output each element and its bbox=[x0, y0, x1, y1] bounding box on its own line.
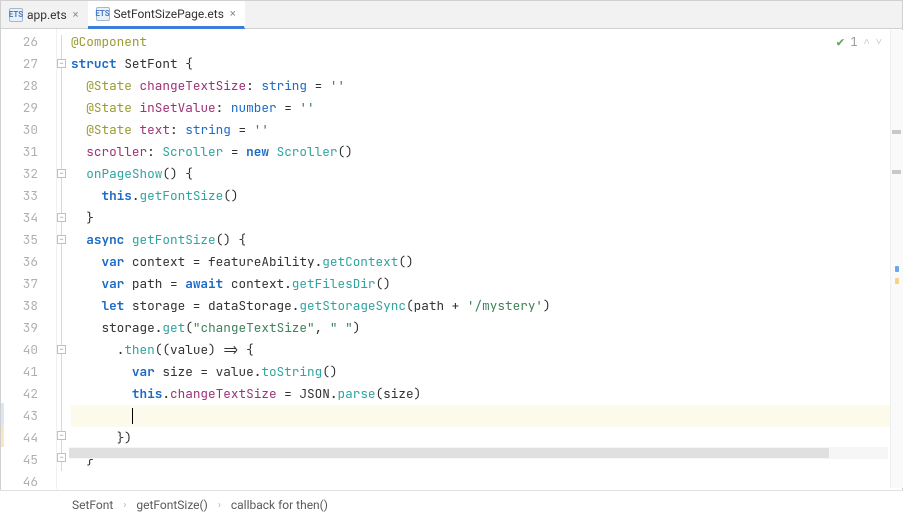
line-number: 26 bbox=[1, 31, 56, 53]
code-line: scroller: Scroller = new Scroller() bbox=[71, 141, 902, 163]
code-line: storage.get("changeTextSize", " ") bbox=[71, 317, 902, 339]
line-number: 39 bbox=[1, 317, 56, 339]
scrollbar-thumb[interactable] bbox=[69, 448, 829, 458]
code-line: }) bbox=[71, 427, 902, 449]
chevron-right-icon: › bbox=[218, 500, 221, 511]
breadcrumb-item[interactable]: SetFont bbox=[72, 498, 113, 512]
line-number: 32 bbox=[1, 163, 56, 185]
caret bbox=[132, 408, 133, 424]
tab-label: SetFontSizePage.ets bbox=[114, 7, 224, 21]
code-line: let storage = dataStorage.getStorageSync… bbox=[71, 295, 902, 317]
scroll-marker bbox=[892, 130, 901, 134]
code-line: this.getFontSize() bbox=[71, 185, 902, 207]
code-line: var context = featureAbility.getContext(… bbox=[71, 251, 902, 273]
scroll-marker bbox=[895, 266, 899, 272]
line-number: 45 bbox=[1, 449, 56, 471]
line-number: 40 bbox=[1, 339, 56, 361]
line-number: 36 bbox=[1, 251, 56, 273]
line-number: 27 bbox=[1, 53, 56, 75]
line-number: 33 bbox=[1, 185, 56, 207]
line-number: 44 bbox=[1, 427, 56, 449]
code-line: var path = await context.getFilesDir() bbox=[71, 273, 902, 295]
line-number: 30 bbox=[1, 119, 56, 141]
code-line: @State text: string = '' bbox=[71, 119, 902, 141]
code-line: .then((value) => { bbox=[71, 339, 902, 361]
line-number: 38 bbox=[1, 295, 56, 317]
chevron-up-icon[interactable]: ˄ bbox=[864, 35, 870, 49]
scroll-marker bbox=[892, 170, 901, 174]
inspection-widget[interactable]: ✔ 1 ˄ ˅ bbox=[837, 33, 882, 50]
code-line: @Component bbox=[71, 31, 902, 53]
gutter: 26 27 28 29 30 31 32 33 34 35 36 37 38 3… bbox=[1, 29, 57, 489]
line-number: 42 bbox=[1, 383, 56, 405]
code-line bbox=[71, 471, 902, 489]
scroll-marker bbox=[895, 278, 899, 284]
close-icon[interactable]: × bbox=[73, 8, 79, 21]
breadcrumb: SetFont › getFontSize() › callback for t… bbox=[0, 490, 903, 519]
change-marker bbox=[1, 425, 4, 447]
code-content[interactable]: ✔ 1 ˄ ˅ @Component struct SetFont { @Sta… bbox=[57, 29, 902, 489]
line-number: 29 bbox=[1, 97, 56, 119]
breadcrumb-item[interactable]: getFontSize() bbox=[136, 498, 207, 512]
line-number: 31 bbox=[1, 141, 56, 163]
code-line: var size = value.toString() bbox=[71, 361, 902, 383]
editor[interactable]: 26 27 28 29 30 31 32 33 34 35 36 37 38 3… bbox=[1, 29, 902, 489]
breadcrumb-item[interactable]: callback for then() bbox=[231, 498, 328, 512]
line-number: 28 bbox=[1, 75, 56, 97]
line-number: 37 bbox=[1, 273, 56, 295]
tab-setfontsizepage[interactable]: ETS SetFontSizePage.ets × bbox=[88, 1, 245, 29]
chevron-right-icon: › bbox=[123, 500, 126, 511]
code-line: struct SetFont { bbox=[71, 53, 902, 75]
caret-row-marker bbox=[1, 403, 4, 425]
tab-app[interactable]: ETS app.ets × bbox=[1, 1, 88, 28]
line-number: 43 bbox=[1, 405, 56, 427]
code-line: } bbox=[71, 207, 902, 229]
check-icon: ✔ bbox=[837, 33, 845, 50]
chevron-down-icon[interactable]: ˅ bbox=[876, 35, 882, 49]
code-line: this.changeTextSize = JSON.parse(size) bbox=[71, 383, 902, 405]
ets-file-icon: ETS bbox=[9, 8, 23, 22]
tab-bar: ETS app.ets × ETS SetFontSizePage.ets × bbox=[1, 1, 902, 29]
line-number: 35 bbox=[1, 229, 56, 251]
horizontal-scrollbar[interactable] bbox=[69, 447, 888, 459]
line-number: 41 bbox=[1, 361, 56, 383]
tab-label: app.ets bbox=[27, 8, 67, 22]
code-line: onPageShow() { bbox=[71, 163, 902, 185]
close-icon[interactable]: × bbox=[230, 7, 236, 20]
vertical-scrollbar[interactable] bbox=[890, 30, 903, 488]
line-number: 34 bbox=[1, 207, 56, 229]
ets-file-icon: ETS bbox=[96, 7, 110, 21]
code-line: async getFontSize() { bbox=[71, 229, 902, 251]
code-line bbox=[71, 405, 902, 427]
code-line: @State inSetValue: number = '' bbox=[71, 97, 902, 119]
code-line: @State changeTextSize: string = '' bbox=[71, 75, 902, 97]
inspection-count: 1 bbox=[850, 34, 857, 50]
